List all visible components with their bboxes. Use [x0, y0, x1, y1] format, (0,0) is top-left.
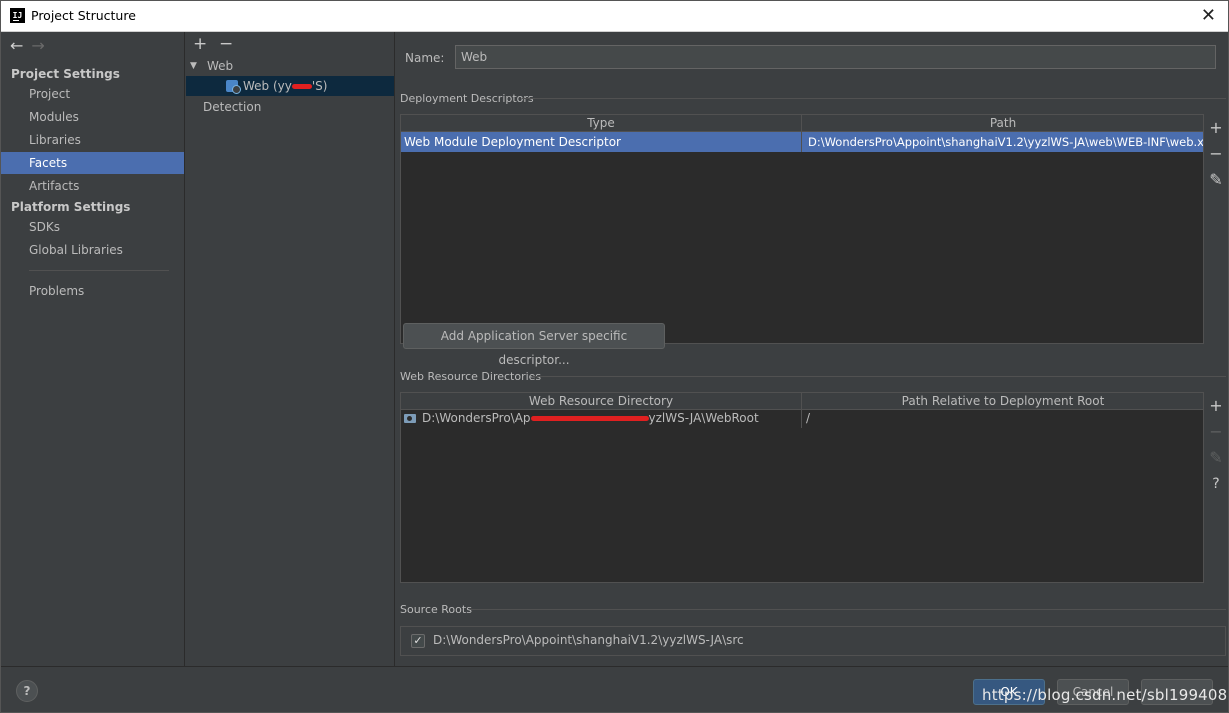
sidebar-item-project[interactable]: Project	[1, 83, 184, 105]
descriptor-tools: + − ✎	[1204, 115, 1228, 193]
cell-directory: D:\WondersPro\Ap yzlWS-JA\WebRoot	[401, 408, 802, 428]
add-resource-dir-button[interactable]: +	[1204, 393, 1228, 419]
settings-sidebar: ← → Project Settings Project Modules Libr…	[1, 32, 185, 666]
cell-type: Web Module Deployment Descriptor	[401, 132, 802, 152]
edit-pencil-icon[interactable]: ✎	[1204, 167, 1228, 193]
sidebar-item-libraries[interactable]: Libraries	[1, 129, 184, 151]
dialog-footer: ? OK Cancel https://blog.csdn.net/sbl199…	[1, 666, 1229, 712]
project-structure-dialog: IJ Project Structure ✕ ← → Project Settin…	[0, 0, 1229, 713]
source-roots-title: Source Roots	[400, 603, 472, 616]
sidebar-item-global-libraries[interactable]: Global Libraries	[1, 239, 184, 261]
web-resource-directories-title: Web Resource Directories	[400, 370, 542, 383]
title-bar: IJ Project Structure ✕	[1, 1, 1228, 32]
redaction-mark	[530, 416, 649, 421]
deployment-descriptors-title: Deployment Descriptors	[400, 92, 534, 105]
help-question-icon[interactable]: ?	[1204, 471, 1228, 497]
watermark-text: https://blog.csdn.net/sbl19940819	[982, 686, 1229, 704]
group-divider	[470, 609, 1226, 610]
back-arrow-icon[interactable]: ←	[10, 36, 23, 55]
name-input[interactable]: Web	[455, 45, 1216, 69]
window-title: Project Structure	[31, 8, 136, 23]
name-label: Name:	[405, 51, 445, 65]
group-divider	[522, 98, 1226, 99]
tree-node-detection[interactable]: Detection	[186, 97, 394, 117]
column-header-type[interactable]: Type	[401, 115, 802, 132]
forward-arrow-icon[interactable]: →	[31, 36, 44, 55]
group-divider	[532, 376, 1226, 377]
remove-facet-button[interactable]: −	[219, 34, 233, 54]
web-facet-icon	[226, 80, 241, 94]
remove-resource-dir-button[interactable]: −	[1204, 419, 1228, 445]
history-nav: ← →	[10, 36, 53, 55]
remove-descriptor-button[interactable]: −	[1204, 141, 1228, 167]
sidebar-item-modules[interactable]: Modules	[1, 106, 184, 128]
resource-dir-tools: + − ✎ ?	[1204, 393, 1228, 497]
tree-node-web-facet[interactable]: Web (yy 'S)	[186, 76, 394, 96]
expanded-triangle-icon[interactable]: ▼	[190, 56, 197, 76]
sidebar-item-facets[interactable]: Facets	[1, 152, 184, 174]
intellij-logo-icon: IJ	[10, 8, 25, 23]
source-root-checkbox[interactable]: ✓	[411, 634, 425, 648]
table-row[interactable]: D:\WondersPro\Ap yzlWS-JA\WebRoot /	[401, 408, 1203, 428]
facets-tree-pane: + − ▼ Web Web (yy 'S) Detection	[186, 32, 395, 666]
deployment-descriptors-table: Type Path Web Module Deployment Descript…	[400, 114, 1204, 344]
web-resource-directories-table: Web Resource Directory Path Relative to …	[400, 392, 1204, 583]
add-descriptor-button[interactable]: +	[1204, 115, 1228, 141]
edit-pencil-icon[interactable]: ✎	[1204, 445, 1228, 471]
sidebar-divider	[29, 270, 169, 271]
cell-relative-path: /	[806, 411, 811, 425]
redaction-mark	[291, 84, 312, 89]
add-facet-button[interactable]: +	[193, 34, 207, 54]
sidebar-item-artifacts[interactable]: Artifacts	[1, 175, 184, 197]
column-header-path[interactable]: Path	[802, 115, 1203, 132]
platform-settings-header: Platform Settings	[11, 200, 131, 214]
source-roots-list: ✓ D:\WondersPro\Appoint\shanghaiV1.2\yyz…	[400, 626, 1226, 656]
facet-settings-panel: Name: Web Deployment Descriptors Type Pa…	[396, 32, 1228, 666]
tree-node-label: Web (yy 'S)	[243, 79, 328, 93]
add-server-descriptor-button[interactable]: Add Application Server specific descript…	[403, 323, 665, 367]
sidebar-item-sdks[interactable]: SDKs	[1, 216, 184, 238]
close-icon[interactable]: ✕	[1201, 5, 1216, 26]
source-root-path: D:\WondersPro\Appoint\shanghaiV1.2\yyzlW…	[433, 633, 744, 647]
project-settings-header: Project Settings	[11, 67, 120, 81]
tree-node-label: Detection	[203, 100, 262, 114]
table-row[interactable]: Web Module Deployment Descriptor D:\Wond…	[401, 132, 1203, 152]
cell-path: D:\WondersPro\Appoint\shanghaiV1.2\yyzlW…	[808, 135, 1204, 149]
sidebar-item-problems[interactable]: Problems	[1, 280, 184, 302]
web-folder-icon	[404, 414, 416, 423]
tree-node-label: Web	[207, 59, 234, 73]
tree-node-web-group[interactable]: ▼ Web	[186, 56, 394, 76]
help-button[interactable]: ?	[16, 680, 38, 702]
table-header: Type Path	[401, 115, 1203, 132]
